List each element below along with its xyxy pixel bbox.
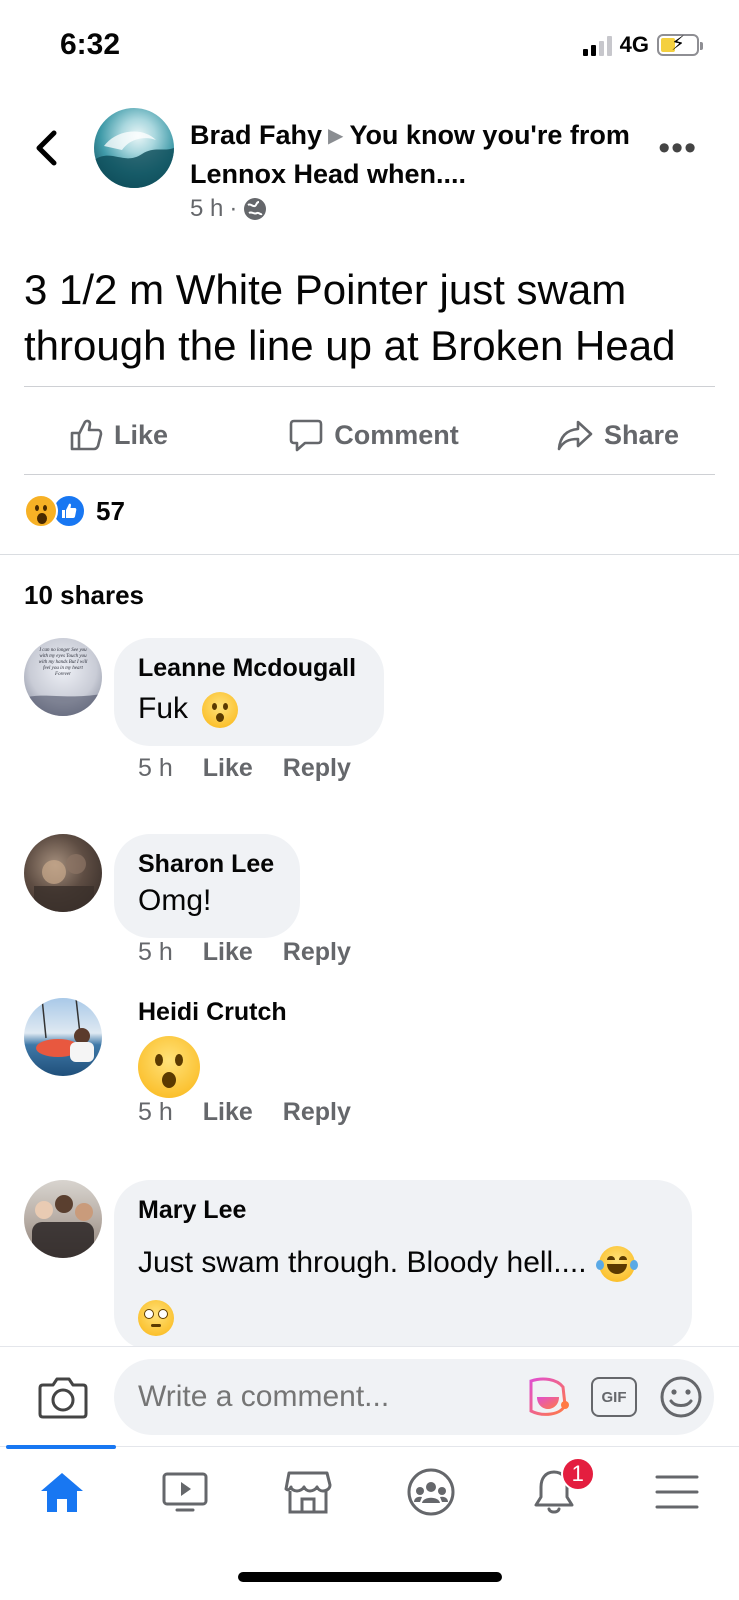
comment-reply-button[interactable]: Reply — [283, 938, 351, 967]
video-play-icon — [162, 1472, 208, 1511]
comment-bubble[interactable]: Mary Lee Just swam through. Bloody hell.… — [114, 1180, 692, 1350]
wow-reaction-icon — [24, 494, 58, 528]
comment-actions: 5 h Like Reply — [138, 754, 351, 783]
comment-like-button[interactable]: Like — [203, 1098, 253, 1127]
camera-button[interactable] — [38, 1375, 88, 1419]
hamburger-menu-icon — [655, 1475, 699, 1508]
tab-marketplace[interactable] — [246, 1447, 369, 1536]
globe-icon — [244, 198, 267, 220]
status-time: 6:32 — [60, 28, 121, 61]
share-arrow-icon — [557, 420, 593, 451]
post-actions: Like Comment Share — [24, 396, 715, 474]
battery-charging-icon: ⚡ — [657, 33, 703, 56]
commenter-name[interactable]: Leanne Mcdougall — [138, 652, 360, 684]
share-label: Share — [603, 419, 680, 450]
author-name[interactable]: Brad Fahy — [190, 120, 322, 150]
flushed-face-emoji-icon — [138, 1300, 174, 1337]
gif-button[interactable]: GIF — [591, 1377, 637, 1417]
wave-image — [94, 131, 174, 188]
comment-composer: GIF — [0, 1346, 739, 1446]
status-indicators: 4G ⚡ — [582, 32, 703, 58]
chevron-left-icon — [36, 130, 57, 166]
post-time[interactable]: 5 h — [190, 195, 223, 223]
avatar-sticker-icon[interactable] — [523, 1375, 569, 1419]
comment-like-button[interactable]: Like — [203, 754, 253, 783]
commenter-name[interactable]: Mary Lee — [138, 1194, 668, 1226]
home-indicator[interactable] — [238, 1572, 502, 1582]
comment-text: Just swam through. Bloody hell.... — [138, 1236, 668, 1344]
post-meta: 5 h · — [190, 195, 640, 223]
triangle-right-icon: ▶ — [328, 125, 344, 147]
avatar[interactable] — [24, 998, 102, 1076]
comment-text — [138, 1036, 330, 1098]
tab-watch[interactable] — [123, 1447, 246, 1536]
commenter-name[interactable]: Sharon Lee — [138, 848, 276, 880]
share-button[interactable]: Share — [475, 396, 715, 474]
composer-icons: GIF — [523, 1375, 703, 1419]
tab-groups[interactable] — [370, 1447, 493, 1536]
commenter-name[interactable]: Heidi Crutch — [138, 996, 330, 1028]
tab-menu[interactable] — [616, 1447, 739, 1536]
divider — [24, 386, 715, 387]
hushed-face-emoji-icon — [138, 1036, 200, 1098]
avatar[interactable] — [24, 834, 102, 912]
shares-count[interactable]: 10 shares — [24, 580, 144, 611]
comment-like-button[interactable]: Like — [203, 938, 253, 967]
back-button[interactable] — [28, 126, 64, 170]
comment-text: Fuk — [138, 688, 360, 730]
like-label: Like — [114, 419, 169, 450]
post-title: Brad Fahy ▶ You know you're from Lennox He… — [190, 116, 640, 193]
status-bar: 6:32 4G ⚡ — [0, 0, 739, 92]
bottom-tab-bar: 1 — [0, 1445, 739, 1536]
comment-actions: 5 h Like Reply — [138, 938, 351, 967]
groups-icon — [407, 1468, 455, 1515]
comment-bubble-icon — [289, 419, 323, 452]
group-avatar[interactable] — [94, 108, 174, 188]
avatar[interactable]: I can no longer See you with my eyes Tou… — [24, 638, 102, 716]
comment-bubble[interactable]: Sharon Lee Omg! — [114, 834, 300, 938]
comment-text: Omg! — [138, 884, 212, 917]
more-options-icon[interactable]: ••• — [658, 131, 697, 165]
avatar[interactable] — [24, 1180, 102, 1258]
thumbs-up-icon — [70, 419, 103, 451]
emoji-icon[interactable] — [659, 1375, 703, 1419]
comment-time: 5 h — [138, 1098, 173, 1126]
comment-button[interactable]: Comment — [272, 396, 476, 474]
comment-time: 5 h — [138, 754, 173, 782]
signal-icon — [582, 34, 612, 56]
notification-badge: 1 — [560, 1457, 595, 1491]
comment-bubble[interactable]: Leanne Mcdougall Fuk — [114, 638, 384, 746]
comment-reply-button[interactable]: Reply — [283, 1098, 351, 1127]
post-body: 3 1/2 m White Pointer just swam through … — [24, 266, 676, 369]
comment-bubble[interactable]: Heidi Crutch — [114, 986, 354, 1114]
comment-time: 5 h — [138, 938, 173, 966]
comment-actions: 5 h Like Reply — [138, 1098, 351, 1127]
comment-reply-button[interactable]: Reply — [283, 754, 351, 783]
header-text: Brad Fahy ▶ You know you're from Lennox He… — [190, 116, 640, 223]
divider — [24, 474, 715, 475]
reaction-summary[interactable]: 57 — [24, 494, 125, 528]
shop-icon — [284, 1471, 332, 1513]
hushed-face-emoji-icon — [202, 692, 239, 729]
home-icon — [40, 1472, 83, 1512]
tears-of-joy-emoji-icon — [595, 1246, 638, 1283]
tab-home[interactable] — [0, 1447, 123, 1536]
section-divider — [0, 554, 739, 555]
tab-notifications[interactable]: 1 — [493, 1447, 616, 1536]
like-button[interactable]: Like — [24, 396, 272, 474]
camera-icon — [38, 1377, 88, 1419]
comment-label: Comment — [334, 419, 459, 450]
network-label: 4G — [619, 32, 649, 57]
reaction-count: 57 — [96, 495, 125, 526]
post-header: Brad Fahy ▶ You know you're from Lennox He… — [0, 104, 739, 234]
